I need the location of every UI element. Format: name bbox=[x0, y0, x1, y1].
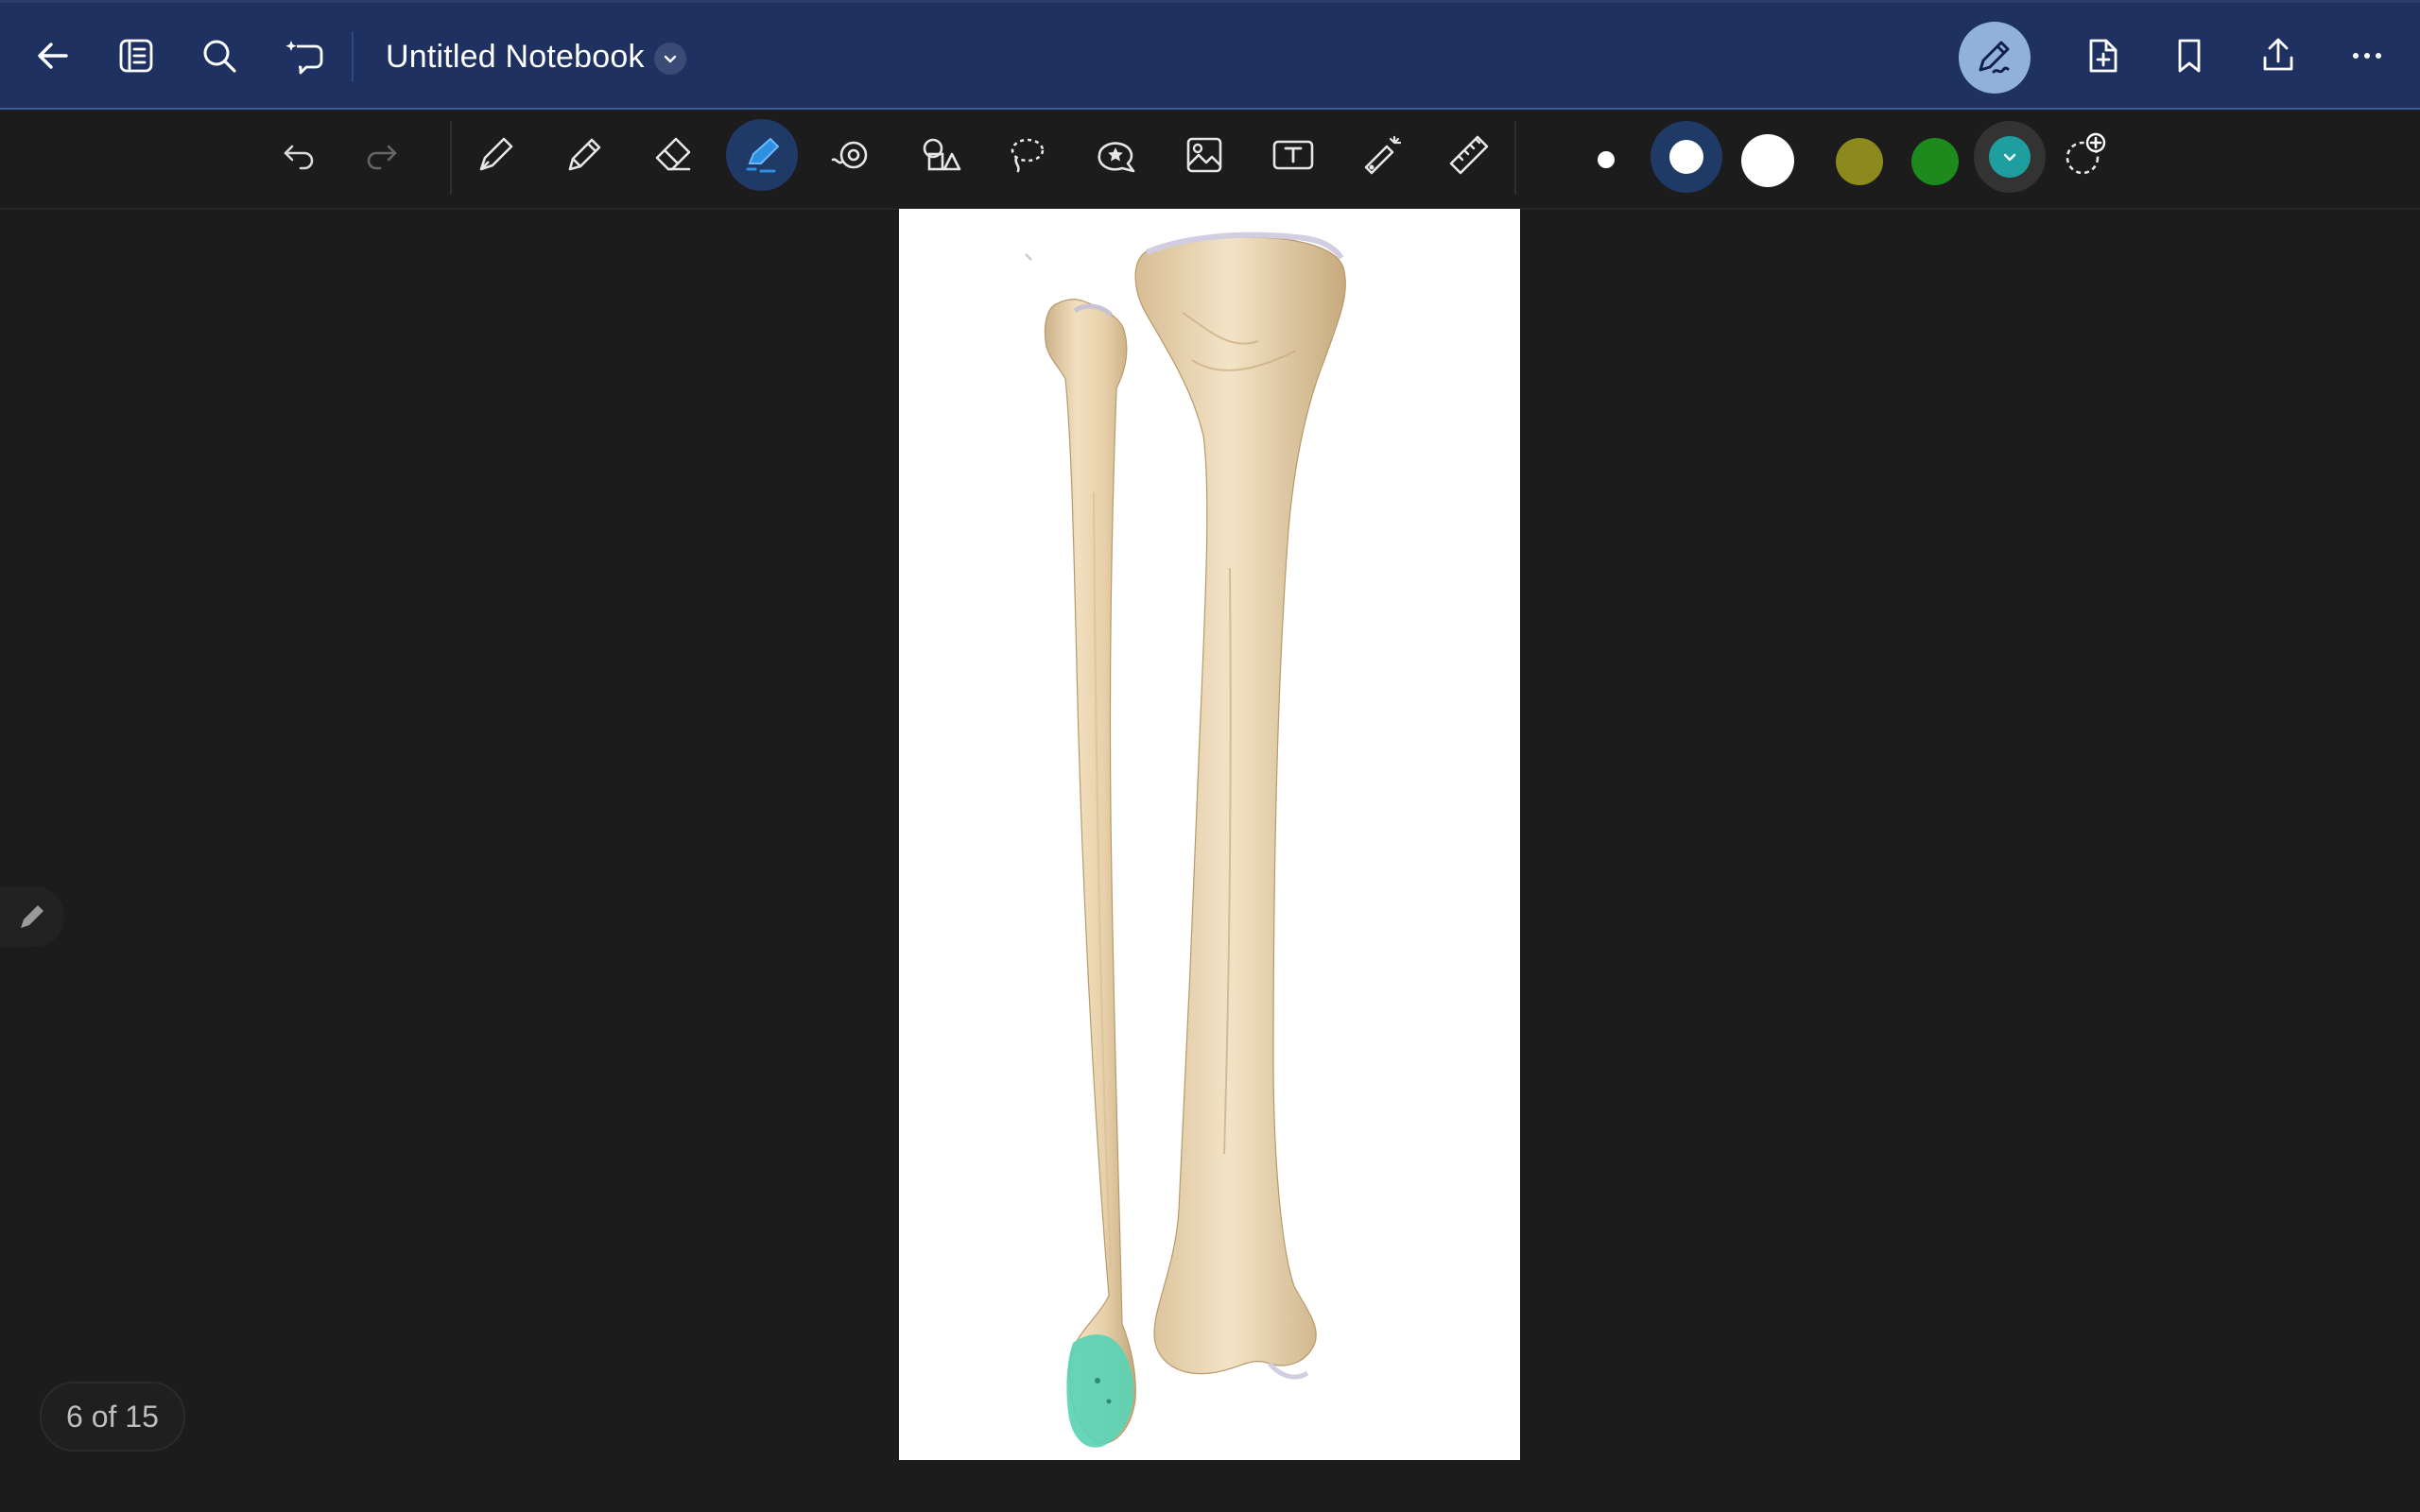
bookmark-icon[interactable] bbox=[2163, 29, 2216, 82]
laser-pointer-icon[interactable] bbox=[1346, 119, 1418, 191]
text-box-icon[interactable] bbox=[1257, 119, 1329, 191]
ai-chat-icon[interactable] bbox=[278, 29, 331, 82]
pencil-icon[interactable] bbox=[548, 119, 620, 191]
toolbar-divider bbox=[450, 121, 452, 195]
lasso-icon[interactable] bbox=[991, 119, 1063, 191]
color-swatch-teal[interactable] bbox=[1974, 121, 2046, 193]
header-divider bbox=[352, 31, 354, 82]
toolbar-divider bbox=[1514, 121, 1516, 195]
page-indicator-text: 6 of 15 bbox=[66, 1399, 159, 1434]
image-icon[interactable] bbox=[1168, 119, 1240, 191]
chevron-down-icon bbox=[1989, 136, 2031, 178]
add-color-icon[interactable] bbox=[2049, 119, 2121, 191]
stroke-size-medium[interactable] bbox=[1651, 121, 1722, 193]
title-dropdown-icon[interactable] bbox=[653, 43, 686, 75]
stroke-size-small[interactable] bbox=[1598, 151, 1615, 168]
color-swatch-green[interactable] bbox=[1911, 138, 1959, 185]
drawing-toolbar bbox=[0, 110, 2420, 210]
back-arrow-icon[interactable] bbox=[26, 29, 79, 82]
ruler-icon[interactable] bbox=[1433, 119, 1505, 191]
undo-icon[interactable] bbox=[265, 119, 337, 191]
search-icon[interactable] bbox=[193, 29, 246, 82]
color-swatch-olive[interactable] bbox=[1836, 138, 1883, 185]
tibia-bone bbox=[1134, 236, 1346, 1375]
title-bar: Untitled Notebook bbox=[0, 0, 2420, 110]
redo-icon[interactable] bbox=[344, 119, 416, 191]
bone-illustration bbox=[1025, 232, 1346, 1448]
shape-recognition-icon[interactable] bbox=[815, 119, 887, 191]
fibula-bone bbox=[1044, 299, 1136, 1444]
notebook-title-button[interactable]: Untitled Notebook bbox=[386, 29, 686, 84]
eraser-icon[interactable] bbox=[637, 119, 709, 191]
more-icon[interactable] bbox=[2341, 29, 2394, 82]
fountain-pen-icon[interactable] bbox=[459, 119, 531, 191]
shapes-icon[interactable] bbox=[904, 119, 976, 191]
notebook-outline-icon[interactable] bbox=[110, 29, 163, 82]
page-indicator[interactable]: 6 of 15 bbox=[40, 1382, 185, 1452]
quick-pen-icon[interactable] bbox=[0, 886, 64, 947]
sticker-icon[interactable] bbox=[1080, 119, 1151, 191]
notebook-title: Untitled Notebook bbox=[386, 38, 645, 75]
stroke-size-large[interactable] bbox=[1741, 134, 1794, 187]
notebook-page[interactable] bbox=[899, 209, 1520, 1460]
add-page-icon[interactable] bbox=[2076, 29, 2129, 82]
pen-mode-icon[interactable] bbox=[1959, 22, 2031, 94]
stroke-size-medium-dot bbox=[1669, 140, 1703, 174]
share-icon[interactable] bbox=[2252, 29, 2305, 82]
highlighter-icon[interactable] bbox=[726, 119, 798, 191]
